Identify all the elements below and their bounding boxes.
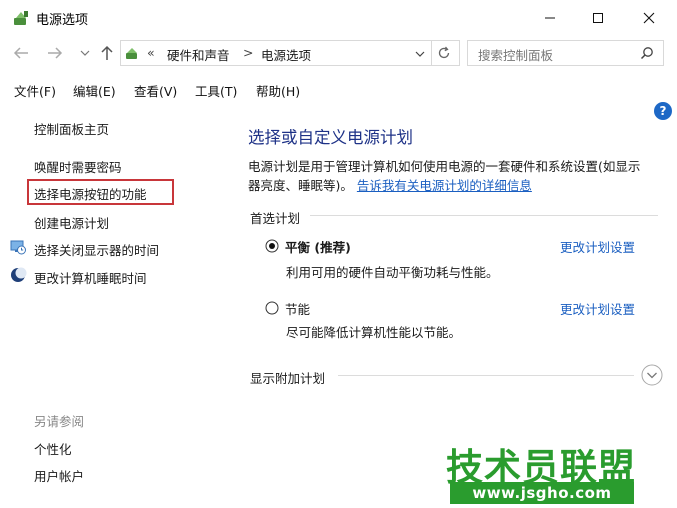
- help-icon[interactable]: ?: [654, 102, 672, 120]
- watermark-url: www.jsgho.com: [450, 482, 634, 504]
- description-line1: 电源计划是用于管理计算机如何使用电源的一套硬件和系统设置(如显示: [248, 159, 641, 174]
- recent-locations-button[interactable]: [74, 42, 96, 64]
- menu-help[interactable]: 帮助(H): [256, 81, 300, 100]
- minimize-button[interactable]: [527, 0, 573, 36]
- see-also-user-accounts[interactable]: 用户帐户: [34, 466, 84, 485]
- plan-balanced-name[interactable]: 平衡 (推荐): [285, 237, 351, 256]
- breadcrumb-separator[interactable]: >: [243, 45, 253, 60]
- change-plan-settings-power-saver[interactable]: 更改计划设置: [560, 299, 635, 318]
- maximize-icon: [593, 13, 603, 23]
- search-icon[interactable]: [640, 46, 654, 60]
- change-plan-settings-balanced[interactable]: 更改计划设置: [560, 237, 635, 256]
- back-button[interactable]: [10, 42, 32, 64]
- divider: [310, 215, 658, 216]
- monitor-clock-icon: [10, 240, 26, 255]
- show-additional-plans[interactable]: 显示附加计划: [250, 368, 325, 387]
- see-also-title: 另请参阅: [34, 414, 85, 429]
- page-title: 选择或自定义电源计划: [248, 128, 413, 147]
- arrow-up-icon: [101, 45, 113, 60]
- address-overflow[interactable]: «: [147, 45, 155, 60]
- close-button[interactable]: [626, 0, 672, 36]
- chevron-down-icon[interactable]: [415, 50, 425, 58]
- window-title: 电源选项: [36, 13, 89, 28]
- plan-balanced-desc: 利用可用的硬件自动平衡功耗与性能。: [286, 265, 499, 280]
- radio-balanced[interactable]: [265, 239, 279, 253]
- plan-power-saver-name[interactable]: 节能: [285, 299, 310, 318]
- menu-edit[interactable]: 编辑(E): [73, 81, 116, 100]
- description-text: 器亮度、睡眠等)。: [248, 178, 353, 193]
- sidebar-item-create-plan[interactable]: 创建电源计划: [34, 213, 109, 232]
- moon-icon: [11, 267, 27, 282]
- maximize-button[interactable]: [575, 0, 621, 36]
- close-icon: [643, 12, 655, 24]
- search-input[interactable]: 搜索控制面板: [467, 40, 664, 66]
- search-placeholder: 搜索控制面板: [478, 48, 554, 63]
- arrow-left-icon: [13, 47, 28, 59]
- radio-power-saver[interactable]: [265, 301, 279, 315]
- sidebar-item-sleep-time[interactable]: 更改计算机睡眠时间: [34, 268, 147, 287]
- up-button[interactable]: [96, 42, 118, 64]
- learn-more-link[interactable]: 告诉我有关电源计划的详细信息: [357, 178, 532, 193]
- plan-power-saver-desc: 尽可能降低计算机性能以节能。: [286, 325, 462, 340]
- sidebar-control-panel-home[interactable]: 控制面板主页: [34, 119, 109, 138]
- minimize-icon: [545, 17, 555, 19]
- divider: [338, 375, 634, 376]
- menu-view[interactable]: 查看(V): [134, 81, 177, 100]
- arrow-right-icon: [48, 47, 63, 59]
- see-also-personalization[interactable]: 个性化: [34, 439, 72, 458]
- menu-tools[interactable]: 工具(T): [195, 81, 237, 100]
- preferred-plans-title: 首选计划: [250, 211, 301, 226]
- divider: [431, 41, 432, 65]
- expand-chevron-icon[interactable]: [641, 364, 663, 386]
- control-panel-icon: [126, 48, 137, 59]
- breadcrumb-power-options[interactable]: 电源选项: [261, 45, 311, 64]
- sidebar-item-power-button[interactable]: 选择电源按钮的功能: [34, 184, 147, 203]
- description-line2: 器亮度、睡眠等)。 告诉我有关电源计划的详细信息: [248, 175, 532, 194]
- power-options-icon: [14, 11, 28, 25]
- breadcrumb-hardware-sound[interactable]: 硬件和声音: [167, 45, 230, 64]
- address-bar[interactable]: « 硬件和声音 > 电源选项: [120, 40, 460, 66]
- sidebar-item-display-off[interactable]: 选择关闭显示器的时间: [34, 240, 159, 259]
- refresh-icon[interactable]: [437, 46, 451, 60]
- chevron-down-icon: [80, 50, 90, 56]
- sidebar-item-require-password[interactable]: 唤醒时需要密码: [34, 157, 122, 176]
- menu-file[interactable]: 文件(F): [14, 81, 56, 100]
- forward-button[interactable]: [44, 42, 66, 64]
